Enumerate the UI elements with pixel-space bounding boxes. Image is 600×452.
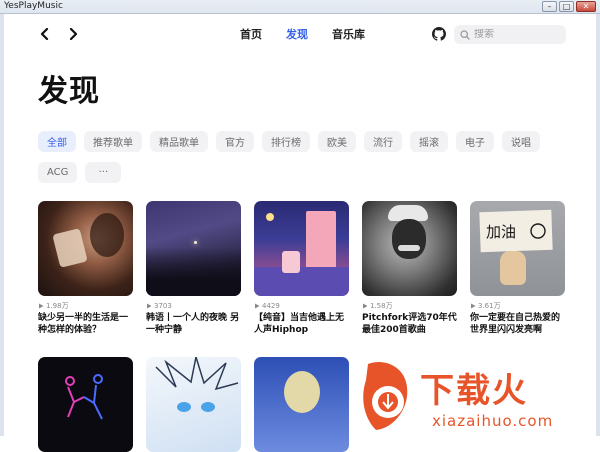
category-premium[interactable]: 精品歌单 <box>150 131 208 152</box>
search-icon <box>460 29 470 40</box>
forward-button[interactable] <box>66 27 80 41</box>
play-icon <box>39 303 44 308</box>
category-recommended[interactable]: 推荐歌单 <box>84 131 142 152</box>
playlist-cover[interactable] <box>362 201 457 296</box>
tab-home[interactable]: 首页 <box>240 26 262 42</box>
play-count: 1.98万 <box>38 301 133 310</box>
maximize-button[interactable]: □ <box>559 1 574 12</box>
play-icon <box>147 303 152 308</box>
playlist-cover[interactable] <box>146 201 241 296</box>
close-button[interactable]: ✕ <box>576 1 596 12</box>
play-count-value: 4429 <box>262 301 280 310</box>
window-controls: – □ ✕ <box>542 1 596 12</box>
search-box[interactable] <box>454 25 566 44</box>
main-nav: 首页 发现 音乐库 <box>240 26 365 42</box>
chevron-right-icon <box>69 28 78 40</box>
anime-character-image <box>155 357 239 412</box>
playlist-card[interactable]: 1.58万 Pitchfork评选70年代最佳200首歌曲 <box>362 201 457 336</box>
play-count-value: 1.98万 <box>46 301 69 310</box>
playlist-card[interactable]: 3703 韩语丨一个人的夜晚 另一种宁静 <box>146 201 241 336</box>
tab-library[interactable]: 音乐库 <box>332 26 365 42</box>
category-western[interactable]: 欧美 <box>318 131 356 152</box>
category-pop[interactable]: 流行 <box>364 131 402 152</box>
play-count-value: 3703 <box>154 301 172 310</box>
playlist-title[interactable]: 韩语丨一个人的夜晚 另一种宁静 <box>146 312 241 336</box>
category-acg[interactable]: ACG <box>38 162 78 183</box>
playlist-cover[interactable] <box>146 357 241 452</box>
playlist-cover[interactable] <box>38 201 133 296</box>
playlist-cover[interactable] <box>254 357 349 452</box>
category-electronic[interactable]: 电子 <box>456 131 494 152</box>
svg-text:加油: 加油 <box>486 223 516 241</box>
minimize-button[interactable]: – <box>542 1 557 12</box>
category-rock[interactable]: 摇滚 <box>410 131 448 152</box>
chevron-left-icon <box>40 28 49 40</box>
page-title: 发现 <box>38 74 100 109</box>
play-count: 3703 <box>146 301 241 310</box>
play-icon <box>255 303 260 308</box>
play-icon <box>471 303 476 308</box>
play-count-value: 3.61万 <box>478 301 501 310</box>
playlist-card[interactable]: 4429 【纯音】当吉他遇上无人声Hiphop <box>254 201 349 336</box>
playlist-grid-row-2 <box>38 357 349 452</box>
play-count: 3.61万 <box>470 301 565 310</box>
playlist-title[interactable]: 【纯音】当吉他遇上无人声Hiphop <box>254 312 349 336</box>
watermark-text: 下载火 <box>420 371 528 411</box>
playlist-card[interactable]: 加油 3.61万 你一定要在自己热爱的世界里闪闪发亮啊 <box>470 201 565 336</box>
play-icon <box>363 303 368 308</box>
play-count: 4429 <box>254 301 349 310</box>
playlist-title[interactable]: 缺少另一半的生活是一种怎样的体验？ <box>38 312 133 336</box>
tab-discover[interactable]: 发现 <box>286 26 308 42</box>
category-list: 全部 推荐歌单 精品歌单 官方 排行榜 欧美 流行 摇滚 电子 说唱 ACG ·… <box>38 131 563 183</box>
play-count: 1.58万 <box>362 301 457 310</box>
playlist-cover[interactable] <box>254 201 349 296</box>
github-link[interactable] <box>432 26 446 41</box>
search-input[interactable] <box>474 29 558 40</box>
category-all[interactable]: 全部 <box>38 131 76 152</box>
playlist-cover[interactable]: 加油 <box>470 201 565 296</box>
playlist-title[interactable]: Pitchfork评选70年代最佳200首歌曲 <box>362 312 457 336</box>
window-title: YesPlayMusic <box>4 1 63 11</box>
play-count-value: 1.58万 <box>370 301 393 310</box>
history-navigation <box>38 27 80 41</box>
category-rap[interactable]: 说唱 <box>502 131 540 152</box>
category-charts[interactable]: 排行榜 <box>262 131 310 152</box>
playlist-grid: 1.98万 缺少另一半的生活是一种怎样的体验？ 3703 韩语丨一个人的夜晚 另… <box>38 201 565 336</box>
window-border-right <box>596 14 600 436</box>
back-button[interactable] <box>38 27 52 41</box>
category-more[interactable]: ··· <box>85 162 122 183</box>
neon-figures-image <box>65 374 103 420</box>
playlist-cover[interactable] <box>38 357 133 452</box>
category-official[interactable]: 官方 <box>216 131 254 152</box>
window-border-left <box>0 14 4 436</box>
playlist-card[interactable]: 1.98万 缺少另一半的生活是一种怎样的体验？ <box>38 201 133 336</box>
watermark-url: xiazaihuo.com <box>432 412 554 430</box>
window-titlebar: YesPlayMusic – □ ✕ <box>0 0 600 14</box>
github-icon <box>432 27 446 41</box>
playlist-title[interactable]: 你一定要在自己热爱的世界里闪闪发亮啊 <box>470 312 565 336</box>
